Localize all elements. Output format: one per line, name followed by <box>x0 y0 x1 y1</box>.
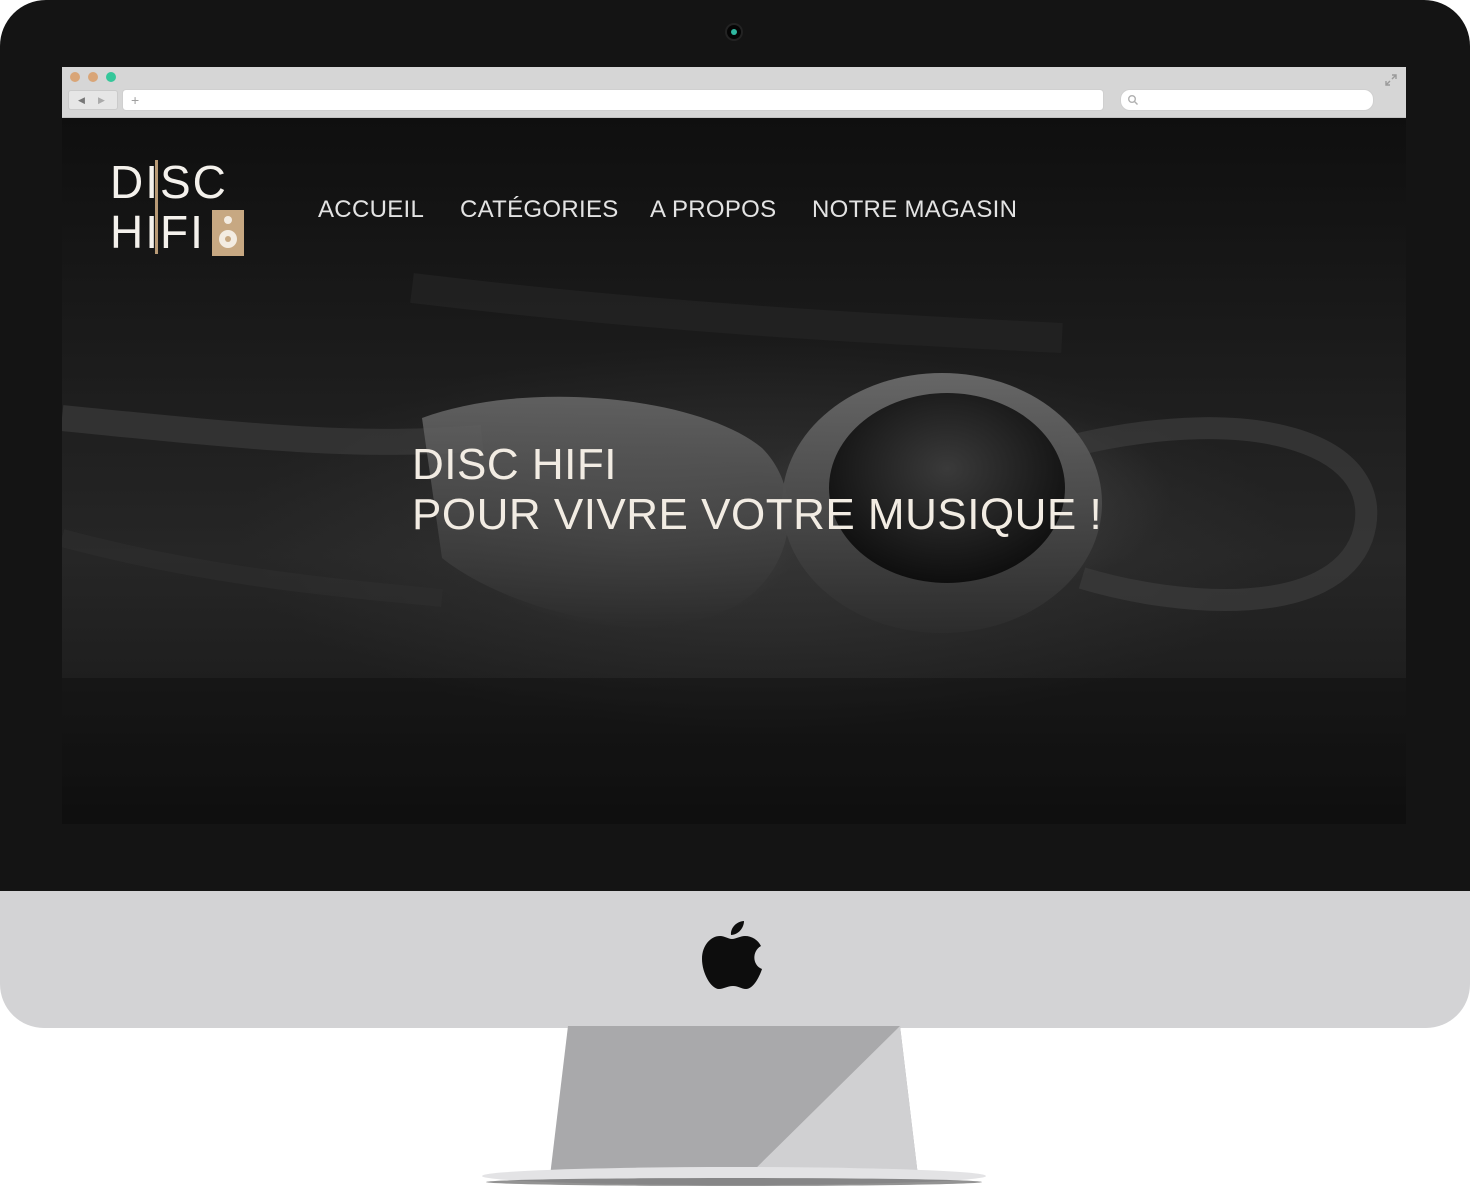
nav-item-categories[interactable]: CATÉGORIES <box>460 195 619 225</box>
address-bar[interactable]: + <box>122 89 1104 111</box>
monitor-stand <box>482 1026 986 1186</box>
imac-mockup: ◀ ▶ + DISC ACCUEIL CATÉGORIES A PROPOS N… <box>0 0 1470 1187</box>
zoom-window-button[interactable] <box>106 72 116 82</box>
back-arrow-icon[interactable]: ◀ <box>78 91 85 109</box>
hero-section: DISC HIFI ACCUEIL CATÉGORIES A PROPOS NO… <box>62 118 1406 824</box>
site-logo[interactable]: DISC HIFI <box>110 158 250 262</box>
history-buttons: ◀ ▶ <box>68 90 118 110</box>
hero-headline: DISC HIFI POUR VIVRE VOTRE MUSIQUE ! <box>412 440 1112 540</box>
speaker-icon <box>212 210 244 256</box>
apple-logo-icon <box>702 921 762 989</box>
minimize-window-button[interactable] <box>88 72 98 82</box>
nav-item-notre-magasin[interactable]: NOTRE MAGASIN <box>812 195 1017 225</box>
browser-window: ◀ ▶ + DISC ACCUEIL CATÉGORIES A PROPOS N… <box>62 67 1406 824</box>
nav-item-accueil[interactable]: ACCUEIL <box>318 195 424 225</box>
logo-divider <box>155 160 158 254</box>
search-icon <box>1128 95 1138 105</box>
logo-line-1: DISC <box>110 156 228 208</box>
camera-icon <box>727 25 741 39</box>
expand-icon[interactable] <box>1384 73 1398 87</box>
search-input[interactable] <box>1120 89 1374 111</box>
hero-tagline: POUR VIVRE VOTRE MUSIQUE ! <box>412 490 1103 539</box>
hero-title: DISC HIFI <box>412 440 617 489</box>
monitor-bezel: ◀ ▶ + DISC ACCUEIL CATÉGORIES A PROPOS N… <box>0 0 1470 892</box>
forward-arrow-icon[interactable]: ▶ <box>98 91 105 109</box>
browser-titlebar: ◀ ▶ + <box>62 67 1406 118</box>
nav-item-a-propos[interactable]: A PROPOS <box>650 195 776 225</box>
close-window-button[interactable] <box>70 72 80 82</box>
plus-icon[interactable]: + <box>131 90 139 110</box>
